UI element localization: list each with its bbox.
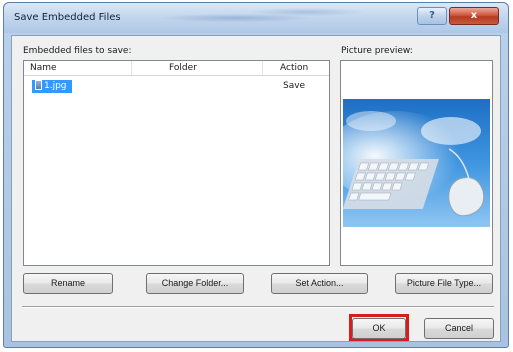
title-bar[interactable]: Save Embedded Files ? x	[4, 3, 508, 33]
list-header: Name Folder Action	[24, 61, 329, 76]
save-embedded-files-dialog: Save Embedded Files ? x Embedded files t…	[3, 2, 509, 348]
embedded-files-label: Embedded files to save:	[23, 46, 132, 56]
file-action: Save	[283, 81, 306, 91]
dialog-body: Embedded files to save: Picture preview:…	[11, 35, 501, 342]
help-button[interactable]: ?	[417, 7, 447, 25]
keyboard-mouse-cloud-image	[326, 61, 492, 265]
image-file-icon	[35, 80, 42, 90]
close-button[interactable]: x	[449, 7, 499, 25]
cancel-button[interactable]: Cancel	[424, 318, 494, 339]
column-header-name[interactable]: Name	[30, 63, 57, 73]
set-action-button[interactable]: Set Action...	[271, 273, 368, 294]
divider	[22, 306, 494, 307]
embedded-files-list[interactable]: Name Folder Action 1.jpg Save	[23, 60, 330, 266]
file-name: 1.jpg	[44, 81, 67, 91]
column-header-action[interactable]: Action	[280, 63, 308, 73]
rename-button[interactable]: Rename	[23, 273, 113, 294]
picture-preview-label: Picture preview:	[341, 46, 413, 56]
column-divider[interactable]	[131, 61, 132, 75]
picture-file-type-button[interactable]: Picture File Type...	[395, 273, 493, 294]
ok-button[interactable]: OK	[352, 318, 406, 339]
list-item-file[interactable]: 1.jpg	[32, 80, 72, 93]
picture-preview-pane	[326, 60, 493, 266]
column-header-folder[interactable]: Folder	[169, 63, 197, 73]
change-folder-button[interactable]: Change Folder...	[146, 273, 244, 294]
window-title: Save Embedded Files	[14, 12, 121, 23]
column-divider[interactable]	[262, 61, 263, 75]
